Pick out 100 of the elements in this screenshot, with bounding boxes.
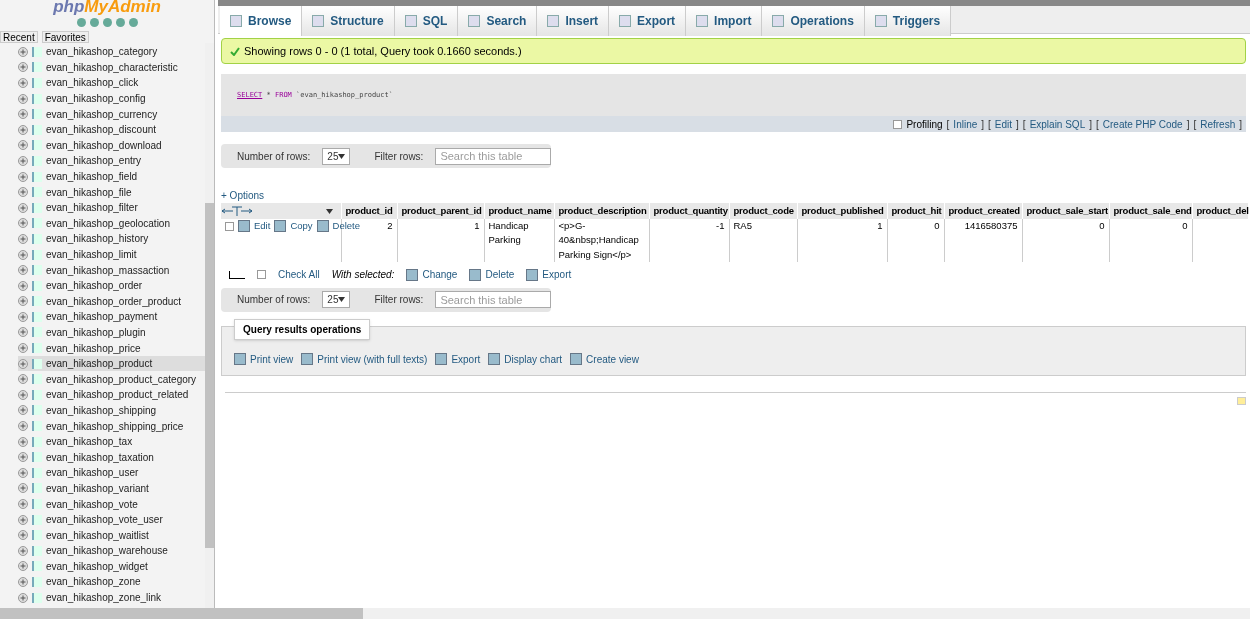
query-link[interactable]: Refresh (1200, 116, 1236, 132)
column-header[interactable]: product_parent_id (397, 203, 484, 219)
row-checkbox[interactable] (225, 221, 234, 231)
expand-icon[interactable] (18, 171, 28, 182)
expand-icon[interactable] (18, 436, 28, 447)
table-list-item[interactable]: evan_hikashop_entry (18, 153, 205, 169)
column-header[interactable]: product_sale_start (1022, 203, 1109, 219)
column-header[interactable]: product_published (797, 203, 887, 219)
expand-icon[interactable] (18, 233, 28, 244)
expand-icon[interactable] (18, 296, 28, 307)
check-all-checkbox[interactable] (257, 270, 266, 280)
rows-dropdown[interactable]: 25 (322, 147, 351, 165)
table-list-item[interactable]: evan_hikashop_user (18, 465, 205, 481)
expand-icon[interactable] (18, 389, 28, 400)
table-list-item[interactable]: evan_hikashop_geolocation (18, 215, 205, 232)
expand-icon[interactable] (18, 514, 28, 525)
expand-icon[interactable] (18, 467, 28, 478)
table-list-item[interactable]: evan_hikashop_limit (18, 246, 205, 263)
expand-icon[interactable] (18, 592, 28, 603)
expand-icon[interactable] (18, 202, 28, 213)
query-link[interactable]: Explain SQL (1029, 116, 1086, 132)
table-list-item[interactable]: evan_hikashop_zone_link (18, 589, 205, 606)
bulk-action-link[interactable]: Delete (469, 267, 515, 283)
query-link[interactable]: Inline (953, 116, 978, 132)
expand-icon[interactable] (18, 374, 28, 385)
expand-icon[interactable] (18, 265, 28, 276)
column-header[interactable]: product_created (944, 203, 1022, 219)
table-list-item[interactable]: evan_hikashop_plugin (18, 324, 205, 341)
column-header[interactable]: product_quantity (649, 203, 729, 219)
table-list-item[interactable]: evan_hikashop_warehouse (18, 543, 205, 559)
tab[interactable]: Structure (302, 6, 395, 36)
tab[interactable]: Operations (762, 6, 865, 36)
expand-icon[interactable] (18, 155, 28, 166)
expand-icon[interactable] (18, 545, 28, 556)
table-list-item[interactable]: evan_hikashop_tax (18, 433, 205, 450)
expand-icon[interactable] (18, 311, 28, 322)
expand-icon[interactable] (18, 140, 28, 151)
table-list-item[interactable]: evan_hikashop_vote (18, 496, 205, 512)
operation-link[interactable]: Print view (234, 351, 294, 367)
expand-icon[interactable] (18, 62, 28, 73)
tab[interactable]: Browse (220, 6, 303, 36)
table-list-item[interactable]: evan_hikashop_category (18, 44, 205, 60)
nav-tab[interactable]: Recent (0, 31, 38, 43)
table-list-item[interactable]: evan_hikashop_zone (18, 574, 205, 590)
column-arrows-icon[interactable] (221, 206, 253, 216)
table-list-item[interactable]: evan_hikashop_discount (18, 121, 205, 138)
table-list-item[interactable]: evan_hikashop_filter (18, 199, 205, 216)
expand-icon[interactable] (18, 46, 28, 57)
table-list-item[interactable]: evan_hikashop_download (18, 137, 205, 154)
expand-icon[interactable] (18, 218, 28, 229)
expand-icon[interactable] (18, 109, 28, 120)
row-action-link[interactable]: Copy (274, 219, 313, 234)
table-list-item[interactable]: evan_hikashop_payment (18, 309, 205, 325)
column-header[interactable]: product_name (484, 203, 554, 219)
table-list-item[interactable]: evan_hikashop_variant (18, 480, 205, 497)
query-link[interactable]: Edit (994, 116, 1013, 132)
tab[interactable]: Search (458, 6, 538, 36)
expand-icon[interactable] (18, 405, 28, 416)
operation-link[interactable]: Print view (with full texts) (301, 351, 428, 367)
filter-field[interactable]: Search this table (435, 291, 552, 309)
expand-icon[interactable] (18, 249, 28, 260)
column-header[interactable]: product_id (341, 203, 397, 219)
expand-icon[interactable] (18, 124, 28, 135)
options-link[interactable]: + Options (221, 188, 265, 203)
expand-icon[interactable] (18, 280, 28, 291)
table-list-item[interactable]: evan_hikashop_field (18, 168, 205, 185)
rows-dropdown[interactable]: 25 (322, 291, 351, 309)
table-list-item[interactable]: evan_hikashop_config (18, 90, 205, 107)
table-list-item[interactable]: evan_hikashop_taxation (18, 449, 205, 466)
expand-icon[interactable] (18, 577, 28, 587)
tab[interactable]: Export (609, 6, 687, 36)
expand-icon[interactable] (18, 530, 28, 541)
row-action-link[interactable]: Edit (238, 219, 271, 234)
table-list-item[interactable]: evan_hikashop_currency (18, 106, 205, 122)
query-link[interactable]: Create PHP Code (1102, 116, 1183, 132)
table-list-item[interactable]: evan_hikashop_characteristic (18, 59, 205, 76)
table-list-item[interactable]: evan_hikashop_order_product (18, 293, 205, 310)
table-list-item[interactable]: evan_hikashop_shipping_price (18, 418, 205, 434)
table-list-item[interactable]: evan_hikashop_file (18, 184, 205, 200)
table-list-item[interactable]: evan_hikashop_product (18, 355, 205, 372)
tab[interactable]: SQL (394, 6, 459, 36)
nav-tab[interactable]: Favorites (41, 31, 89, 43)
operation-link[interactable]: Create view (570, 351, 639, 367)
operation-link[interactable]: Display chart (488, 351, 563, 367)
bulk-action-link[interactable]: Change (406, 267, 458, 283)
row-action-link[interactable]: Delete (316, 219, 361, 234)
expand-icon[interactable] (18, 93, 28, 104)
table-list-item[interactable]: evan_hikashop_history (18, 231, 205, 247)
expand-icon[interactable] (18, 327, 28, 338)
expand-icon[interactable] (18, 499, 28, 509)
column-header[interactable]: product_sale_end (1109, 203, 1192, 219)
horizontal-scrollbar[interactable] (0, 608, 1250, 619)
tab[interactable]: Insert (537, 6, 610, 36)
table-list-item[interactable]: evan_hikashop_massaction (18, 262, 205, 278)
column-header[interactable]: product_hit (887, 203, 944, 219)
table-list-item[interactable]: evan_hikashop_vote_user (18, 511, 205, 528)
column-header[interactable]: product_code (729, 203, 797, 219)
table-list-item[interactable]: evan_hikashop_product_related (18, 387, 205, 403)
table-list-item[interactable]: evan_hikashop_click (18, 75, 205, 91)
check-all-label[interactable]: Check All (278, 267, 320, 283)
